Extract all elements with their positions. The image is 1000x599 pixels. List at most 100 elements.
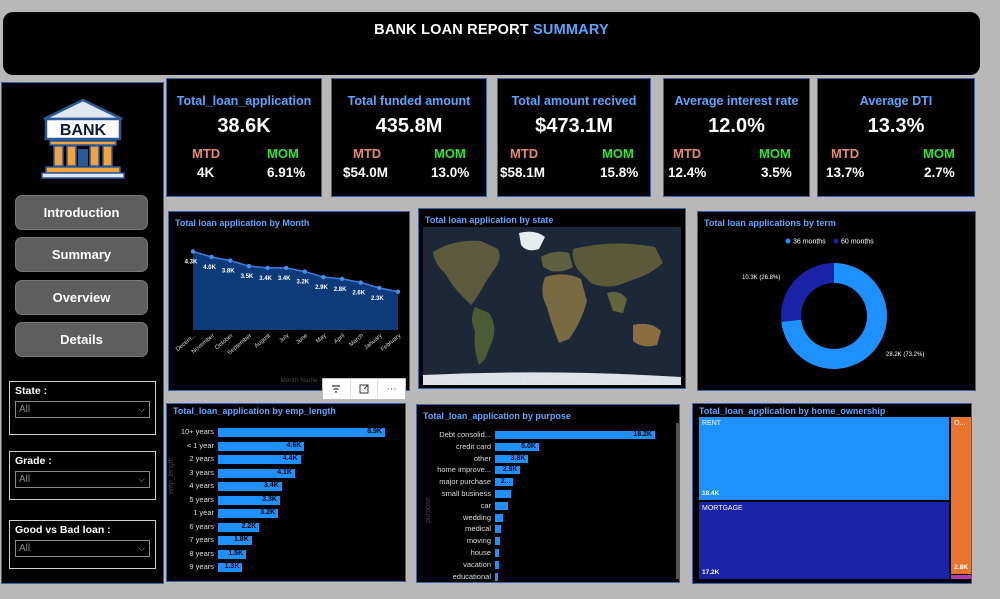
treemap-tile[interactable]: O... 2.8K [951,417,971,574]
kpi-value: 38.6K [217,115,271,137]
nav-details-button[interactable]: Details [15,322,148,357]
good-vs-bad-dropdown-value: All [19,543,31,554]
category-label: house [470,548,491,557]
data-label: 3.4K [278,276,291,282]
data-point [265,265,270,271]
state-map-panel[interactable]: Total loan application by state Microsof… [418,208,686,389]
grade-slicer-label: Grade : [15,455,52,467]
mtd-value: $54.0M [343,165,389,180]
state-dropdown[interactable]: All ⌵ [15,401,150,418]
data-label: 10.3K (26.8%) [742,275,780,281]
category-label: medical [465,524,491,534]
category-label: 5 years [189,494,214,504]
chevron-down-icon: ⌵ [138,404,145,414]
kpi-card-total-amount-received[interactable]: Total amount recived $473.1M MTD MOM $58… [497,78,651,197]
world-map-icon[interactable] [423,227,681,385]
home-ownership-panel[interactable]: Total_loan_application by home_ownership… [692,403,972,584]
grade-dropdown[interactable]: All ⌵ [15,471,150,488]
data-point [246,263,252,269]
kpi-title: Total amount recived [511,94,637,108]
kpi-title: Average interest rate [674,94,799,108]
state-dropdown-value: All [19,404,31,415]
nav-summary-button[interactable]: Summary [15,237,148,272]
map-title: Total loan application by state [425,215,554,225]
legend-label: 60 months [841,239,874,246]
mom-value: 15.8% [600,165,639,180]
category-label: 8 years [189,548,214,558]
purpose-panel[interactable]: Total_loan_application by purpose Debt c… [416,404,680,583]
kpi-card-average-interest-rate[interactable]: Average interest rate 12.0% MTD MOM 12.4… [663,78,810,197]
map-attribution: Earthstar Geographics SIO, © 2024 Micros… [527,379,656,385]
data-label: 3.8K [222,269,235,275]
y-axis-label: purpose [425,497,432,523]
data-label: 5.0K [521,442,536,450]
focus-mode-icon[interactable] [351,379,379,399]
kpi-card-average-dti[interactable]: Average DTI 13.3% MTD MOM 13.7% 2.7% [817,78,975,197]
kpi-card-total-funded-amount[interactable]: Total funded amount 435.8M MTD MOM $54.0… [331,78,487,197]
chart-title: Total_loan_application by purpose [423,411,571,421]
mom-label: MOM [759,146,791,161]
data-label: 4.3K [185,259,198,265]
state-slicer: State : All ⌵ [9,381,156,435]
scrollbar[interactable] [676,423,680,579]
x-tick-label: March [348,333,365,348]
title-accent: SUMMARY [533,22,609,38]
legend-label: 36 months [793,239,826,246]
data-label: 4.0K [203,265,216,271]
monthly-chart-panel[interactable]: Total loan application by Month 4.3K Dece… [168,211,410,391]
state-slicer-label: State : [15,385,48,397]
treemap-tile[interactable]: RENT 18.4K [699,417,950,500]
mtd-value: 4K [197,165,215,180]
mom-value: 6.91% [267,165,306,180]
kpi-card-total-loan-application[interactable]: Total_loan_application 38.6K MTD MOM 4K … [166,78,322,197]
data-label: 8.9K [367,428,382,435]
good-vs-bad-dropdown[interactable]: All ⌵ [15,540,150,557]
bar[interactable] [495,560,499,569]
nav-introduction-button[interactable]: Introduction [15,195,148,230]
chevron-down-icon: ⌵ [138,543,145,553]
x-tick-label: February [380,333,402,353]
data-label: 2.9K [502,466,518,474]
mom-value: 2.7% [924,165,955,180]
legend-marker [785,238,791,244]
data-label: 4.1K [277,468,292,476]
tile-value: 2.8K [954,564,968,571]
area-fill [193,251,398,330]
data-label: 4.6K [286,441,302,449]
data-label: 18.2K [633,431,652,438]
mom-label: MOM [434,146,466,161]
y-axis-label: emp_length [168,457,175,494]
bar[interactable] [495,490,511,498]
nav-overview-button[interactable]: Overview [15,280,148,315]
mtd-value: 13.7% [826,165,865,180]
data-label: 2.6K [352,291,365,297]
term-donut-panel[interactable]: Total loan applications by term 36 month… [697,211,976,391]
category-label: other [473,453,491,463]
category-label: 10+ years [180,427,214,436]
category-label: educational [452,571,491,581]
bar[interactable] [495,572,498,581]
report-title-bar: BANK LOAN REPORT SUMMARY [3,12,980,75]
x-tick-label: July [278,333,290,344]
chart-title: Total_loan_application by emp_length [173,406,336,416]
bar[interactable] [495,513,503,522]
mtd-label: MTD [673,146,702,161]
data-point [283,265,289,271]
bar[interactable] [495,525,502,534]
category-label: vacation [463,559,491,569]
category-label: 7 years [189,535,214,544]
bar[interactable] [495,549,499,557]
treemap-tile-other[interactable] [951,575,971,579]
data-point [302,269,308,274]
emp-length-panel[interactable]: Total_loan_application by emp_length 10+… [166,403,406,582]
bar[interactable] [495,501,509,510]
filter-icon[interactable] [323,379,351,399]
data-label: 3.2K [296,280,309,286]
mtd-value: 12.4% [668,165,707,180]
mom-label: MOM [602,146,634,161]
bar[interactable] [495,537,501,546]
treemap-tile[interactable]: MORTGAGE 17.2K [699,501,950,579]
map-terms-link[interactable]: Terms [659,379,673,385]
category-label: 2 years [189,454,214,463]
more-options-icon[interactable]: ⋯ [378,379,405,399]
